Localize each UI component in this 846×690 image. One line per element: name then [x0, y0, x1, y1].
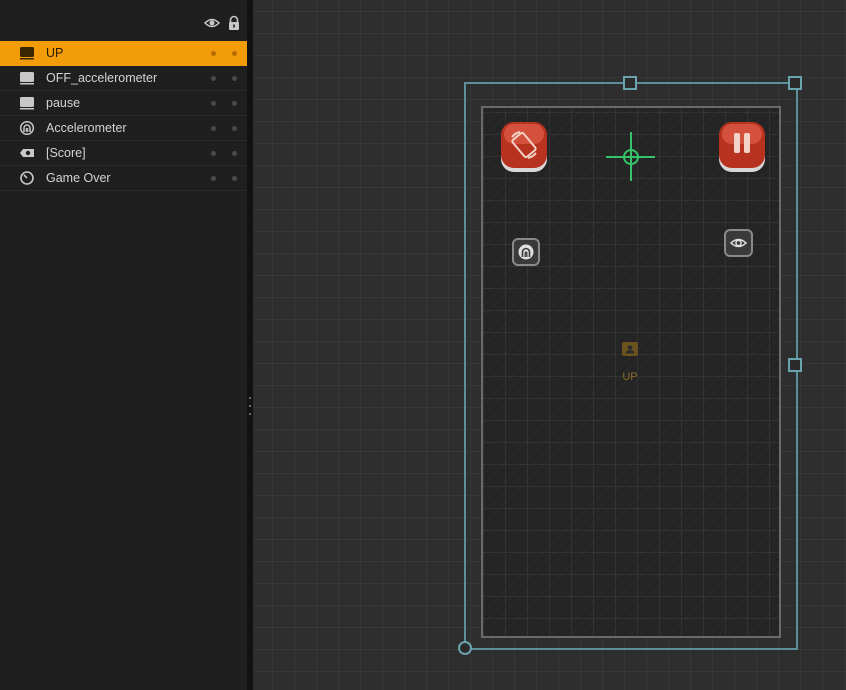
lock-toggle[interactable] — [232, 176, 237, 181]
resize-handle-top-right[interactable] — [788, 76, 802, 90]
visibility-toggle[interactable] — [211, 126, 216, 131]
scene-canvas[interactable]: UP — [253, 0, 846, 690]
up-marker-label: UP — [622, 371, 638, 383]
sprite-icon — [19, 96, 35, 110]
splitter-grip-dot — [249, 413, 251, 415]
lock-toggle[interactable] — [232, 51, 237, 56]
up-marker-icon[interactable] — [622, 342, 638, 356]
layer-label: OFF_accelerometer — [46, 71, 158, 85]
sprite-icon — [19, 46, 35, 60]
layer-list: UP OFF_accelerometer pause Accelerometer… — [0, 41, 247, 191]
visibility-toggle[interactable] — [211, 76, 216, 81]
layer-label: Accelerometer — [46, 121, 127, 135]
layer-row-accelerometer[interactable]: Accelerometer — [0, 116, 247, 141]
visibility-toggle[interactable] — [211, 176, 216, 181]
splitter-grip-dot — [249, 405, 251, 407]
score-eye-icon — [19, 146, 35, 160]
layer-label: [Score] — [46, 146, 86, 160]
layers-panel: UP OFF_accelerometer pause Accelerometer… — [0, 0, 247, 690]
timer-icon — [19, 171, 35, 185]
layer-row-off-accelerometer[interactable]: OFF_accelerometer — [0, 66, 247, 91]
score-object-icon[interactable] — [724, 229, 753, 257]
lock-icon[interactable] — [226, 15, 242, 31]
layer-label: UP — [46, 46, 64, 60]
layer-row-up[interactable]: UP — [0, 41, 247, 66]
resize-handle-right[interactable] — [788, 358, 802, 372]
visibility-toggle[interactable] — [211, 101, 216, 106]
pivot-handle-bottom-left[interactable] — [458, 641, 472, 655]
rotate-button[interactable] — [500, 121, 548, 173]
lock-toggle[interactable] — [232, 126, 237, 131]
accelerometer-object-icon[interactable] — [512, 238, 540, 266]
layer-label: pause — [46, 96, 81, 110]
layer-row-pause[interactable]: pause — [0, 91, 247, 116]
visibility-toggle[interactable] — [211, 151, 216, 156]
resize-handle-top[interactable] — [623, 76, 637, 90]
eye-icon[interactable] — [204, 15, 220, 31]
layer-row-game-over[interactable]: Game Over — [0, 166, 247, 191]
layers-panel-header — [0, 0, 247, 41]
layer-label: Game Over — [46, 171, 111, 185]
visibility-toggle[interactable] — [211, 51, 216, 56]
layer-row-score[interactable]: [Score] — [0, 141, 247, 166]
lock-toggle[interactable] — [232, 151, 237, 156]
pause-button[interactable] — [718, 121, 766, 173]
sprite-icon — [19, 71, 35, 85]
accelerometer-icon — [19, 121, 35, 135]
lock-toggle[interactable] — [232, 76, 237, 81]
splitter-grip-dot — [249, 397, 251, 399]
lock-toggle[interactable] — [232, 101, 237, 106]
